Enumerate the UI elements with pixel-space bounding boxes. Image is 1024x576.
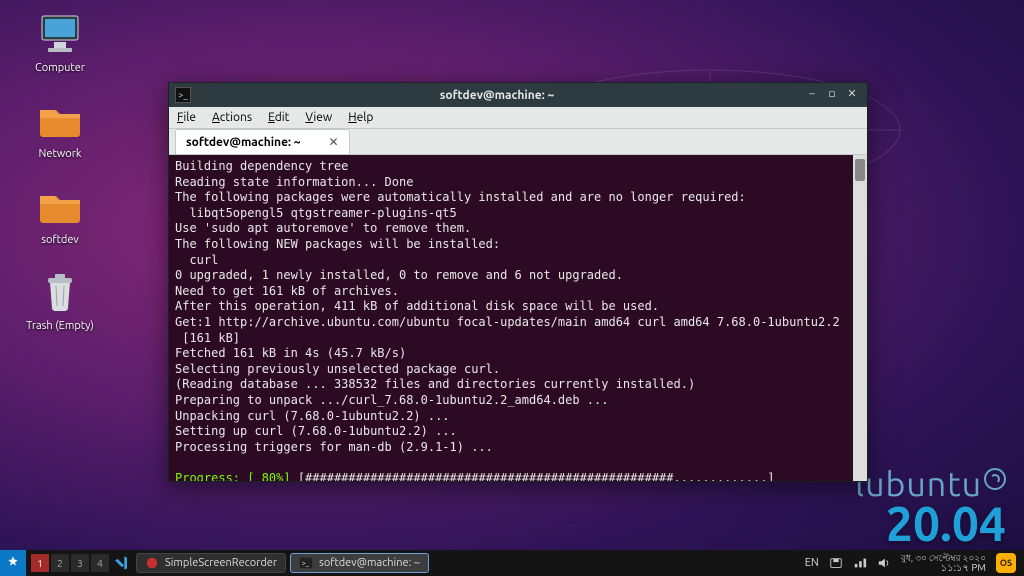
task-label: SimpleScreenRecorder (165, 557, 277, 569)
workspace-4[interactable]: 4 (91, 554, 109, 572)
volume-icon[interactable] (877, 556, 891, 570)
tab-label: softdev@machine: ~ (186, 136, 301, 149)
terminal-icon: >_ (299, 556, 313, 570)
record-icon (145, 556, 159, 570)
scrollbar-thumb[interactable] (855, 159, 865, 181)
desktop-icon-home[interactable]: softdev (20, 182, 100, 246)
swirl-icon (984, 468, 1006, 490)
desktop-icons: Computer Network softdev Trash (Empty) (20, 10, 100, 332)
lubuntu-brand: lubuntu 20.04 (855, 465, 1006, 546)
task-ssr[interactable]: SimpleScreenRecorder (136, 553, 286, 573)
menu-actions[interactable]: Actions (212, 111, 252, 124)
workspace-2[interactable]: 2 (51, 554, 69, 572)
desktop-icon-label: Trash (Empty) (26, 320, 94, 332)
workspace-switcher: 1 2 3 4 (30, 554, 110, 572)
terminal-body[interactable]: Building dependency tree Reading state i… (169, 155, 867, 481)
os-badge[interactable]: OS (996, 553, 1016, 573)
menubar: File Actions Edit View Help (169, 107, 867, 129)
network-status-icon[interactable] (853, 556, 867, 570)
terminal-output: Building dependency tree Reading state i… (175, 159, 840, 454)
close-button[interactable]: ✕ (845, 88, 859, 102)
workspace-1[interactable]: 1 (31, 554, 49, 572)
folder-icon (36, 96, 84, 144)
tab-close-icon[interactable]: ✕ (329, 135, 339, 149)
clock-time: ১১:১৭ PM (941, 563, 986, 573)
task-terminal[interactable]: >_ softdev@machine: ~ (290, 553, 429, 573)
progress-label: Progress: [ 80%] (175, 471, 291, 481)
app-menu-button[interactable] (0, 550, 26, 576)
desktop-icon-network[interactable]: Network (20, 96, 100, 160)
menu-help[interactable]: Help (348, 111, 373, 124)
task-label: softdev@machine: ~ (319, 557, 420, 569)
desktop-icon-label: softdev (41, 234, 79, 246)
window-title: softdev@machine: ~ (197, 89, 797, 102)
scrollbar[interactable] (853, 155, 867, 481)
brand-name: lubuntu (855, 465, 982, 503)
pinned-vscode[interactable] (110, 555, 132, 571)
maximize-button[interactable]: ▫ (825, 88, 839, 102)
clock[interactable]: বুধ, ৩০ সেপ্টেম্বর ২০২০ ১১:১৭ PM (901, 554, 986, 573)
desktop-icon-trash[interactable]: Trash (Empty) (20, 268, 100, 332)
progress-bar: [#######################################… (298, 471, 775, 481)
tabbar: softdev@machine: ~ ✕ (169, 129, 867, 155)
brand-version: 20.04 (855, 503, 1006, 546)
menu-edit[interactable]: Edit (268, 111, 289, 124)
tab-terminal[interactable]: softdev@machine: ~ ✕ (175, 129, 350, 154)
desktop-icon-computer[interactable]: Computer (20, 10, 100, 74)
terminal-icon: >_ (175, 87, 191, 103)
desktop: Computer Network softdev Trash (Empty) l… (0, 0, 1024, 576)
tray: EN বুধ, ৩০ সেপ্টেম্বর ২০২০ ১১:১৭ PM OS (805, 553, 1024, 573)
computer-icon (36, 10, 84, 58)
titlebar[interactable]: >_ softdev@machine: ~ – ▫ ✕ (169, 83, 867, 107)
desktop-icon-label: Network (39, 148, 82, 160)
taskbar: 1 2 3 4 SimpleScreenRecorder >_ softdev@… (0, 550, 1024, 576)
minimize-button[interactable]: – (805, 88, 819, 102)
terminal-window[interactable]: >_ softdev@machine: ~ – ▫ ✕ File Actions… (168, 82, 868, 482)
folder-icon (36, 182, 84, 230)
svg-text:>_: >_ (302, 560, 310, 568)
removable-media-icon[interactable] (829, 556, 843, 570)
desktop-icon-label: Computer (35, 62, 85, 74)
menu-view[interactable]: View (305, 111, 332, 124)
trash-icon (36, 268, 84, 316)
menu-file[interactable]: File (177, 111, 196, 124)
workspace-3[interactable]: 3 (71, 554, 89, 572)
lang-indicator[interactable]: EN (805, 557, 819, 569)
